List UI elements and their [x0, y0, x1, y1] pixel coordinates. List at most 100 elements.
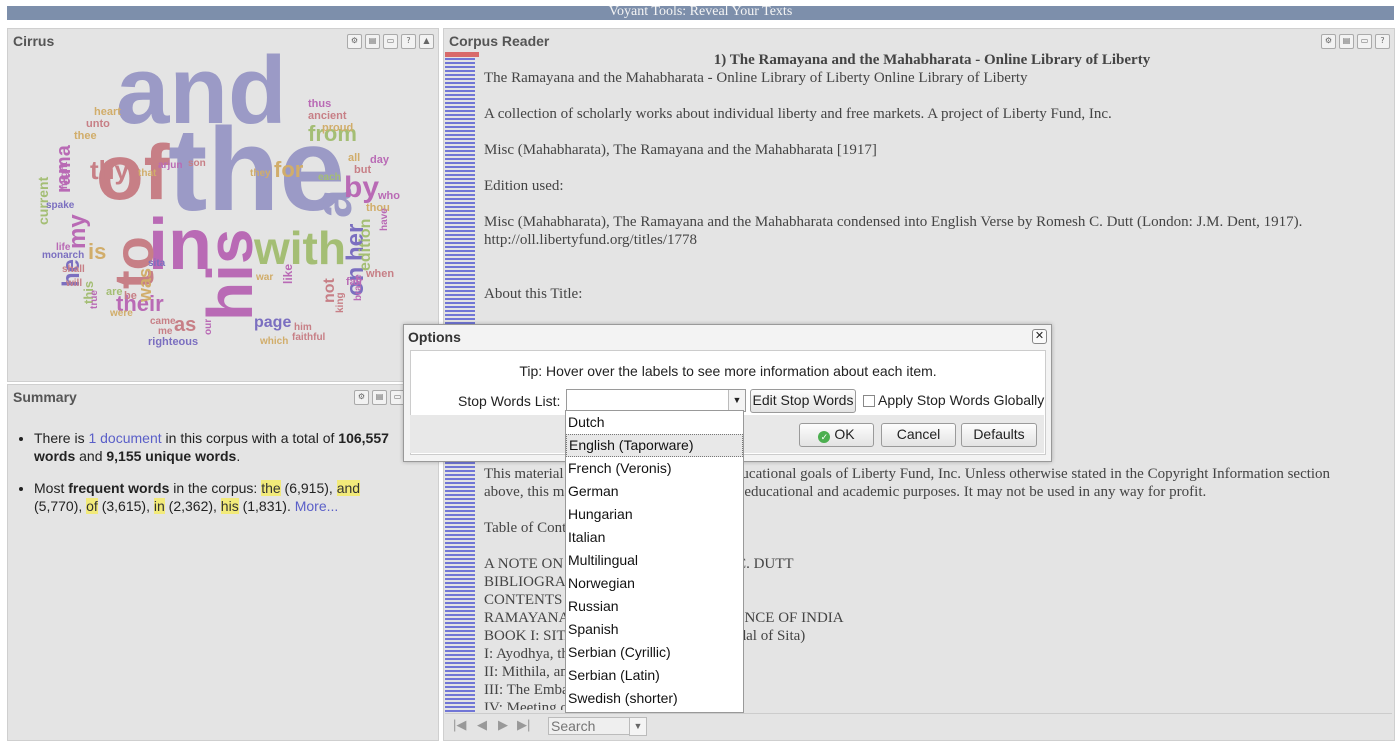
cloud-word[interactable]: son — [188, 159, 206, 169]
document-link[interactable]: 1 document — [88, 430, 161, 446]
stop-option-selected[interactable]: English (Taporware) — [566, 434, 743, 457]
edit-stop-words-button[interactable]: Edit Stop Words — [750, 389, 856, 413]
gear-icon[interactable]: ⚙ — [354, 390, 369, 405]
cloud-word[interactable]: each — [318, 173, 341, 183]
frequent-term[interactable]: and — [336, 480, 361, 496]
close-icon[interactable]: ✕ — [1032, 329, 1047, 344]
summary-text: There is — [34, 430, 89, 446]
reader-title: Corpus Reader — [449, 33, 550, 49]
stop-option[interactable]: Norwegian — [566, 572, 743, 595]
cloud-word[interactable]: faithful — [292, 333, 325, 343]
defaults-button[interactable]: Defaults — [961, 423, 1037, 447]
stop-option[interactable]: Spanish — [566, 618, 743, 641]
cloud-word[interactable]: but — [354, 165, 371, 176]
more-link[interactable]: More... — [295, 498, 339, 514]
cloud-word[interactable]: will — [66, 279, 82, 289]
save-icon[interactable]: ▤ — [1339, 34, 1354, 49]
unique-words: 9,155 unique words — [106, 448, 237, 464]
cloud-word[interactable]: true — [89, 290, 100, 309]
ok-button[interactable]: ✓ OK — [799, 423, 874, 447]
apply-globally-checkbox[interactable] — [863, 395, 875, 407]
stop-words-select[interactable]: ▼ — [566, 389, 746, 412]
check-icon: ✓ — [818, 431, 831, 443]
cloud-word[interactable]: was — [135, 268, 155, 302]
stop-option[interactable]: Dutch — [566, 411, 743, 434]
cloud-word[interactable]: sita — [148, 259, 165, 269]
cloud-word[interactable]: thee — [74, 131, 97, 142]
frequent-term-count: (1,831). — [238, 498, 295, 514]
last-page-icon[interactable]: ▶| — [517, 717, 530, 733]
stop-option[interactable]: Russian — [566, 595, 743, 618]
cloud-word[interactable]: shall — [62, 265, 85, 275]
stop-option[interactable]: German — [566, 480, 743, 503]
cloud-word[interactable]: who — [378, 191, 400, 202]
cloud-word[interactable]: unto — [86, 119, 110, 130]
stop-option[interactable]: Serbian (Cyrillic) — [566, 641, 743, 664]
frequent-term[interactable]: the — [261, 480, 281, 496]
cloud-word[interactable]: heart — [94, 107, 121, 118]
reader-line: http://oll.libertyfund.org/titles/1778 — [484, 232, 698, 248]
cloud-word[interactable]: proud — [322, 123, 353, 134]
prev-page-icon[interactable]: ◀ — [477, 717, 487, 733]
cloud-word[interactable]: our — [203, 319, 214, 335]
save-icon[interactable]: ▤ — [372, 390, 387, 405]
cloud-word[interactable]: ancient — [308, 111, 347, 122]
cloud-word[interactable]: spake — [46, 201, 74, 211]
cloud-word[interactable]: with — [254, 225, 346, 271]
stop-option[interactable]: Serbian (Latin) — [566, 664, 743, 687]
cloud-word[interactable]: that — [138, 169, 156, 179]
cloud-word[interactable]: thus — [308, 99, 331, 110]
frequent-term-count: (6,915), — [280, 480, 337, 496]
cloud-word[interactable]: were — [110, 309, 133, 319]
stop-option[interactable]: Hungarian — [566, 503, 743, 526]
cloud-word[interactable]: for — [274, 159, 303, 181]
stop-option[interactable]: Multilingual — [566, 549, 743, 572]
help-icon[interactable]: ? — [401, 34, 416, 49]
reader-tools: ⚙ ▤ ▭ ? — [1321, 34, 1390, 49]
collapse-icon[interactable]: ▲ — [419, 34, 434, 49]
cloud-word[interactable]: like — [281, 264, 295, 284]
frequent-term[interactable]: in — [153, 498, 165, 514]
cloud-word[interactable]: king — [335, 292, 346, 313]
cirrus-tools: ⚙ ▤ ▭ ? ▲ — [347, 34, 434, 49]
search-input[interactable] — [548, 717, 632, 735]
cloud-word[interactable]: his — [194, 229, 266, 321]
cloud-word[interactable]: is — [88, 241, 106, 263]
frequent-term[interactable]: his — [220, 498, 239, 514]
next-page-icon[interactable]: ▶ — [498, 717, 508, 733]
cloud-word[interactable]: they — [250, 169, 271, 179]
cloud-word[interactable]: edition — [357, 218, 374, 270]
cloud-word[interactable]: all — [348, 153, 360, 164]
cloud-word[interactable]: by — [344, 173, 379, 203]
summary-tools: ⚙ ▤ ▭ — [354, 390, 405, 405]
cloud-word[interactable]: arjun — [158, 161, 182, 171]
cloud-word[interactable]: which — [260, 337, 288, 347]
cloud-word[interactable]: day — [370, 155, 389, 166]
search-dropdown-icon[interactable]: ▼ — [629, 717, 647, 736]
window-icon[interactable]: ▭ — [1357, 34, 1372, 49]
cloud-word[interactable]: have — [379, 208, 390, 231]
stop-option[interactable]: Swedish (shorter) — [566, 687, 743, 710]
cloud-word[interactable]: thy — [90, 157, 129, 183]
cloud-word[interactable]: as — [174, 315, 196, 335]
cloud-word[interactable]: page — [254, 315, 291, 331]
cloud-word[interactable]: brave — [353, 274, 364, 301]
cloud-word[interactable]: might — [59, 162, 70, 189]
cloud-word[interactable]: life — [56, 243, 70, 253]
stop-option[interactable]: Italian — [566, 526, 743, 549]
frequent-term[interactable]: of — [86, 498, 98, 514]
stop-option[interactable]: French (Veronis) — [566, 457, 743, 480]
cloud-word[interactable]: when — [366, 269, 394, 280]
cloud-word[interactable]: war — [256, 273, 273, 283]
save-icon[interactable]: ▤ — [365, 34, 380, 49]
chevron-down-icon[interactable]: ▼ — [728, 390, 745, 411]
gear-icon[interactable]: ⚙ — [347, 34, 362, 49]
cloud-word[interactable]: are — [106, 287, 123, 298]
cloud-word[interactable]: righteous — [148, 337, 198, 348]
first-page-icon[interactable]: |◀ — [453, 717, 466, 733]
help-icon[interactable]: ? — [1375, 34, 1390, 49]
cloud-word[interactable]: be — [124, 291, 137, 302]
cancel-button[interactable]: Cancel — [881, 423, 956, 447]
window-icon[interactable]: ▭ — [383, 34, 398, 49]
gear-icon[interactable]: ⚙ — [1321, 34, 1336, 49]
